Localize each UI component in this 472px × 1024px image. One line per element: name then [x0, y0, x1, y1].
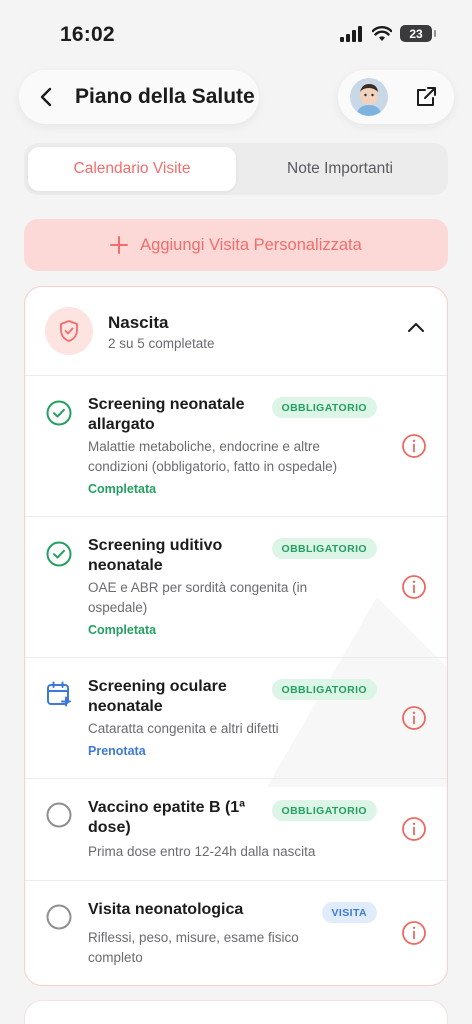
- visit-row[interactable]: Screening uditivo neonatale OBBLIGATORIO…: [25, 517, 447, 658]
- visit-title: Screening oculare neonatale: [88, 678, 227, 715]
- category-card-nascita: Nascita 2 su 5 completate Screening neon…: [24, 286, 448, 986]
- plus-icon: [110, 236, 129, 254]
- visit-row[interactable]: Screening oculare neonatale OBBLIGATORIO…: [25, 658, 447, 779]
- visit-title: Vaccino epatite B (1ª dose): [88, 799, 246, 836]
- check-circle-icon[interactable]: [45, 540, 73, 568]
- chevron-left-icon: [40, 87, 52, 107]
- wifi-icon: [372, 25, 392, 41]
- battery-indicator: 23: [400, 25, 436, 42]
- visit-description: Prima dose entro 12-24h dalla nascita: [88, 844, 316, 859]
- category-title: Nascita: [108, 313, 169, 332]
- category-header[interactable]: Nascita 2 su 5 completate: [25, 287, 447, 376]
- next-category-card[interactable]: [24, 1000, 448, 1024]
- visit-badge: VISITA: [321, 902, 377, 923]
- info-icon[interactable]: [401, 433, 427, 459]
- visit-description: Riflessi, peso, misure, esame fisico com…: [88, 930, 299, 965]
- empty-circle-icon[interactable]: [45, 801, 73, 829]
- visit-status: Completata: [88, 482, 157, 496]
- category-progress: 2 su 5 completate: [108, 336, 215, 351]
- share-external-icon[interactable]: [414, 85, 438, 109]
- shield-icon: [60, 320, 78, 342]
- visit-title: Visita neonatologica: [88, 901, 244, 918]
- empty-circle-icon[interactable]: [45, 903, 73, 931]
- visit-description: Cataratta congenita e altri difetti: [88, 721, 279, 736]
- add-custom-visit-button[interactable]: Aggiungi Visita Personalizzata: [24, 219, 448, 271]
- info-icon[interactable]: [401, 920, 427, 946]
- visit-row[interactable]: Screening neonatale allargato OBBLIGATOR…: [25, 376, 447, 517]
- calendar-plus-icon[interactable]: [45, 680, 73, 708]
- visit-row[interactable]: Visita neonatologica VISITA Riflessi, pe…: [25, 881, 447, 985]
- visit-badge: OBBLIGATORIO: [271, 679, 377, 700]
- visit-status: Completata: [88, 623, 157, 637]
- tab-calendario-visite[interactable]: Calendario Visite: [28, 147, 236, 191]
- info-icon[interactable]: [401, 574, 427, 600]
- visit-badge: OBBLIGATORIO: [271, 538, 377, 559]
- add-custom-visit-label: Aggiungi Visita Personalizzata: [140, 235, 362, 254]
- status-bar: 16:02 23: [0, 0, 472, 70]
- visit-badge: OBBLIGATORIO: [271, 397, 377, 418]
- page-title: Piano della Salute: [75, 85, 255, 108]
- visit-title: Screening uditivo neonatale: [88, 537, 223, 574]
- visit-badge: OBBLIGATORIO: [271, 800, 377, 821]
- visit-description: Malattie metaboliche, endocrine e altre …: [88, 439, 338, 474]
- visit-row[interactable]: Vaccino epatite B (1ª dose) OBBLIGATORIO…: [25, 779, 447, 881]
- status-icons: 23: [340, 25, 436, 42]
- visit-description: OAE e ABR per sordità congenita (in ospe…: [88, 580, 308, 615]
- info-icon[interactable]: [401, 816, 427, 842]
- chevron-up-icon[interactable]: [407, 321, 425, 333]
- back-button[interactable]: [19, 70, 73, 124]
- category-icon-circle: [45, 307, 93, 355]
- signal-icon: [340, 25, 362, 42]
- header-actions: [338, 70, 454, 124]
- header-title-pill: Piano della Salute: [19, 70, 259, 124]
- visit-title: Screening neonatale allargato: [88, 396, 245, 433]
- visit-status: Prenotata: [88, 744, 146, 758]
- segmented-control: Calendario Visite Note Importanti: [24, 143, 448, 195]
- check-circle-icon[interactable]: [45, 399, 73, 427]
- avatar[interactable]: [350, 78, 388, 116]
- tab-note-importanti[interactable]: Note Importanti: [236, 147, 444, 191]
- status-time: 16:02: [60, 23, 115, 46]
- info-icon[interactable]: [401, 705, 427, 731]
